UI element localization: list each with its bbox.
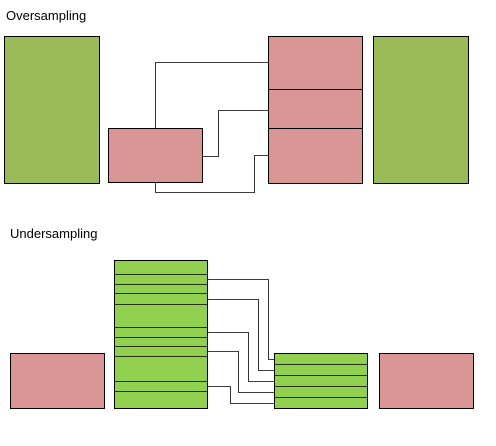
majority-class-block: [114, 260, 208, 409]
minority-copy-2: [268, 89, 363, 129]
oversampling-diagram: [4, 36, 469, 193]
connector-sample-1: [207, 279, 275, 360]
undersampling-connectors: [207, 279, 275, 404]
majority-class-block-right: [373, 36, 469, 184]
sampling-diagram: [4, 36, 474, 409]
undersampled-block: [274, 353, 368, 409]
minority-copy-1: [268, 36, 363, 90]
minority-class-block: [108, 128, 203, 183]
connector-sample-5: [207, 386, 275, 404]
majority-class-block-left: [4, 36, 100, 184]
minority-class-block-left: [10, 353, 105, 409]
connector-sample-3: [207, 332, 275, 382]
undersampling-diagram: [10, 260, 474, 409]
connector-copy-1: [155, 62, 269, 129]
oversampled-minority-stack: [268, 36, 363, 184]
undersampled-majority-stack: [274, 353, 368, 409]
connector-copy-2: [202, 110, 269, 157]
minority-copy-3: [268, 128, 363, 184]
connector-sample-2: [207, 299, 275, 371]
minority-class-block-right: [379, 353, 474, 409]
majority-class-stack: [114, 260, 208, 409]
